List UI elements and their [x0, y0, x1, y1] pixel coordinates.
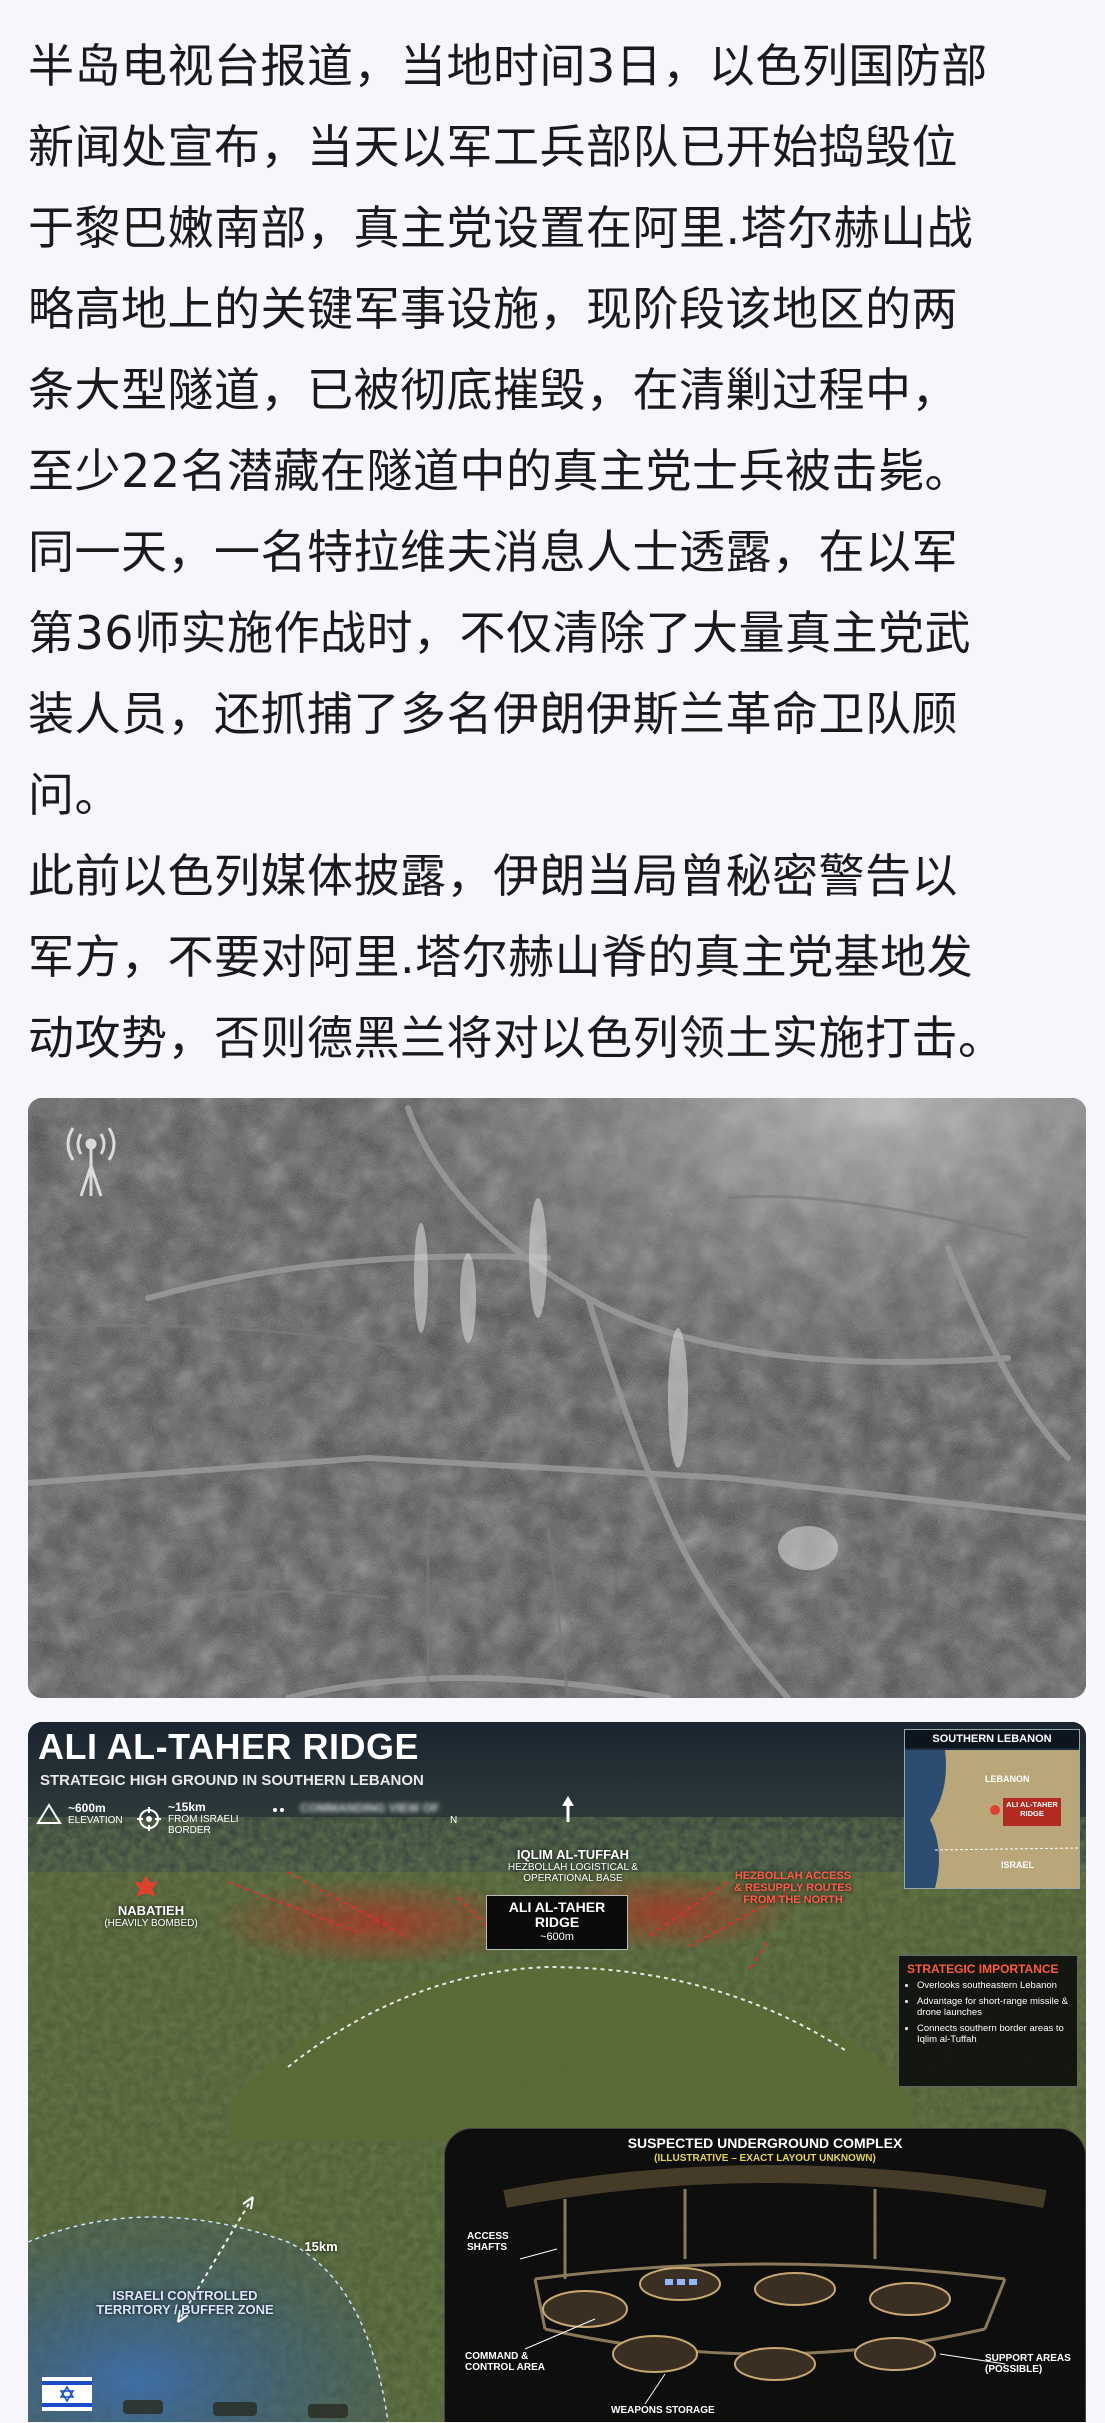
underground-complex-panel: SUSPECTED UNDERGROUND COMPLEX (ILLUSTRAT…: [444, 2128, 1086, 2422]
post-page: 半岛电视台报道，当地时间3日，以色列国防部 新闻处宣布，当天以军工兵部队已开始捣…: [0, 0, 1105, 2423]
stat-elevation: ~600m ELEVATION: [36, 1802, 123, 1826]
infographic-title: ALI AL-TAHER RIDGE: [38, 1726, 419, 1767]
minimap-israel-label: ISRAEL: [1001, 1860, 1035, 1870]
nabatieh-title: NABATIEH: [117, 1903, 185, 1918]
iqlim-label: IQLIM AL-TUFFAH HEZBOLLAH LOGISTICAL & O…: [498, 1834, 648, 1898]
article-paragraph-1: 半岛电视台报道，当地时间3日，以色列国防部 新闻处宣布，当天以军工兵部队已开始捣…: [28, 39, 988, 822]
stat-view-value: COMMANDING VIEW OF: [300, 1800, 440, 1815]
drone-footage-image[interactable]: [28, 1098, 1086, 1698]
strategic-importance-box: STRATEGIC IMPORTANCE Overlooks southeast…: [898, 1955, 1078, 2087]
ridge-callout-title: ALI AL-TAHER RIDGE: [508, 1899, 606, 1930]
stat-elevation-value: ~600m: [68, 1800, 106, 1815]
article-body: 半岛电视台报道，当地时间3日，以色列国防部 新闻处宣布，当天以军工兵部队已开始捣…: [28, 26, 1088, 1079]
crosshair-icon: [137, 1807, 161, 1831]
minimap-lebanon-label: LEBANON: [985, 1774, 1030, 1784]
iqlim-sub: HEZBOLLAH LOGISTICAL & OPERATIONAL BASE: [507, 1862, 639, 1884]
stat-view-label: N: [450, 1814, 458, 1826]
article-paragraph-2: 此前以色列媒体披露，伊朗当局曾秘密警告以 军方，不要对阿里.塔尔赫山脊的真主党基…: [28, 849, 1005, 1065]
command-control-label: COMMAND & CONTROL AREA: [465, 2351, 545, 2373]
nabatieh-sub: (HEAVILY BOMBED): [104, 1918, 198, 1929]
complex-subtitle: (ILLUSTRATIVE – EXACT LAYOUT UNKNOWN): [654, 2153, 876, 2164]
complex-title: SUSPECTED UNDERGROUND COMPLEX: [627, 2135, 903, 2151]
israel-flag-icon: [42, 2377, 92, 2411]
stat-elevation-label: ELEVATION: [68, 1814, 123, 1826]
dots-icon: [273, 1808, 284, 1812]
southern-lebanon-minimap: SOUTHERN LEBANON LEBANON ALI AL-TAHER RI…: [904, 1729, 1080, 1889]
strategic-item: Overlooks southeastern Lebanon: [917, 1980, 1069, 1991]
triangle-elevation-icon: [36, 1803, 62, 1824]
minimap-title: SOUTHERN LEBANON: [905, 1730, 1079, 1748]
support-areas-label: SUPPORT AREAS (POSSIBLE): [985, 2353, 1071, 2375]
strategic-item: Connects southern border areas to Iqlim …: [917, 2023, 1069, 2045]
stat-distance: ~15km FROM ISRAELI BORDER: [136, 1800, 239, 1836]
nabatieh-label: NABATIEH (HEAVILY BOMBED): [86, 1903, 216, 1930]
minimap-ridge-label: ALI AL-TAHER RIDGE: [1006, 1800, 1058, 1818]
ridge-callout: ALI AL-TAHER RIDGE ~600m: [486, 1895, 628, 1950]
infographic-subtitle: STRATEGIC HIGH GROUND IN SOUTHERN LEBANO…: [40, 1772, 424, 1789]
stat-distance-label: FROM ISRAELI BORDER: [168, 1814, 239, 1836]
iqlim-title: IQLIM AL-TUFFAH: [516, 1847, 630, 1862]
stat-view: COMMANDING VIEW OF N: [268, 1802, 457, 1826]
access-shafts-label: ACCESS SHAFTS: [467, 2231, 509, 2253]
distance-label: 15km: [304, 2239, 338, 2254]
ridge-callout-sub: ~600m: [540, 1931, 574, 1943]
weapons-storage-label: WEAPONS STORAGE: [611, 2405, 715, 2416]
stat-distance-value: ~15km: [168, 1800, 206, 1814]
ali-al-taher-infographic[interactable]: ALI AL-TAHER RIDGE STRATEGIC HIGH GROUND…: [28, 1722, 1086, 2422]
strategic-item: Advantage for short-range missile & dron…: [917, 1996, 1069, 2018]
strategic-title: STRATEGIC IMPORTANCE: [907, 1962, 1059, 1976]
israeli-zone-label: ISRAELI CONTROLLED TERRITORY / BUFFER ZO…: [96, 2288, 274, 2317]
hezbollah-routes-label: HEZBOLLAH ACCESS & RESUPPLY ROUTES FROM …: [734, 1870, 852, 1906]
